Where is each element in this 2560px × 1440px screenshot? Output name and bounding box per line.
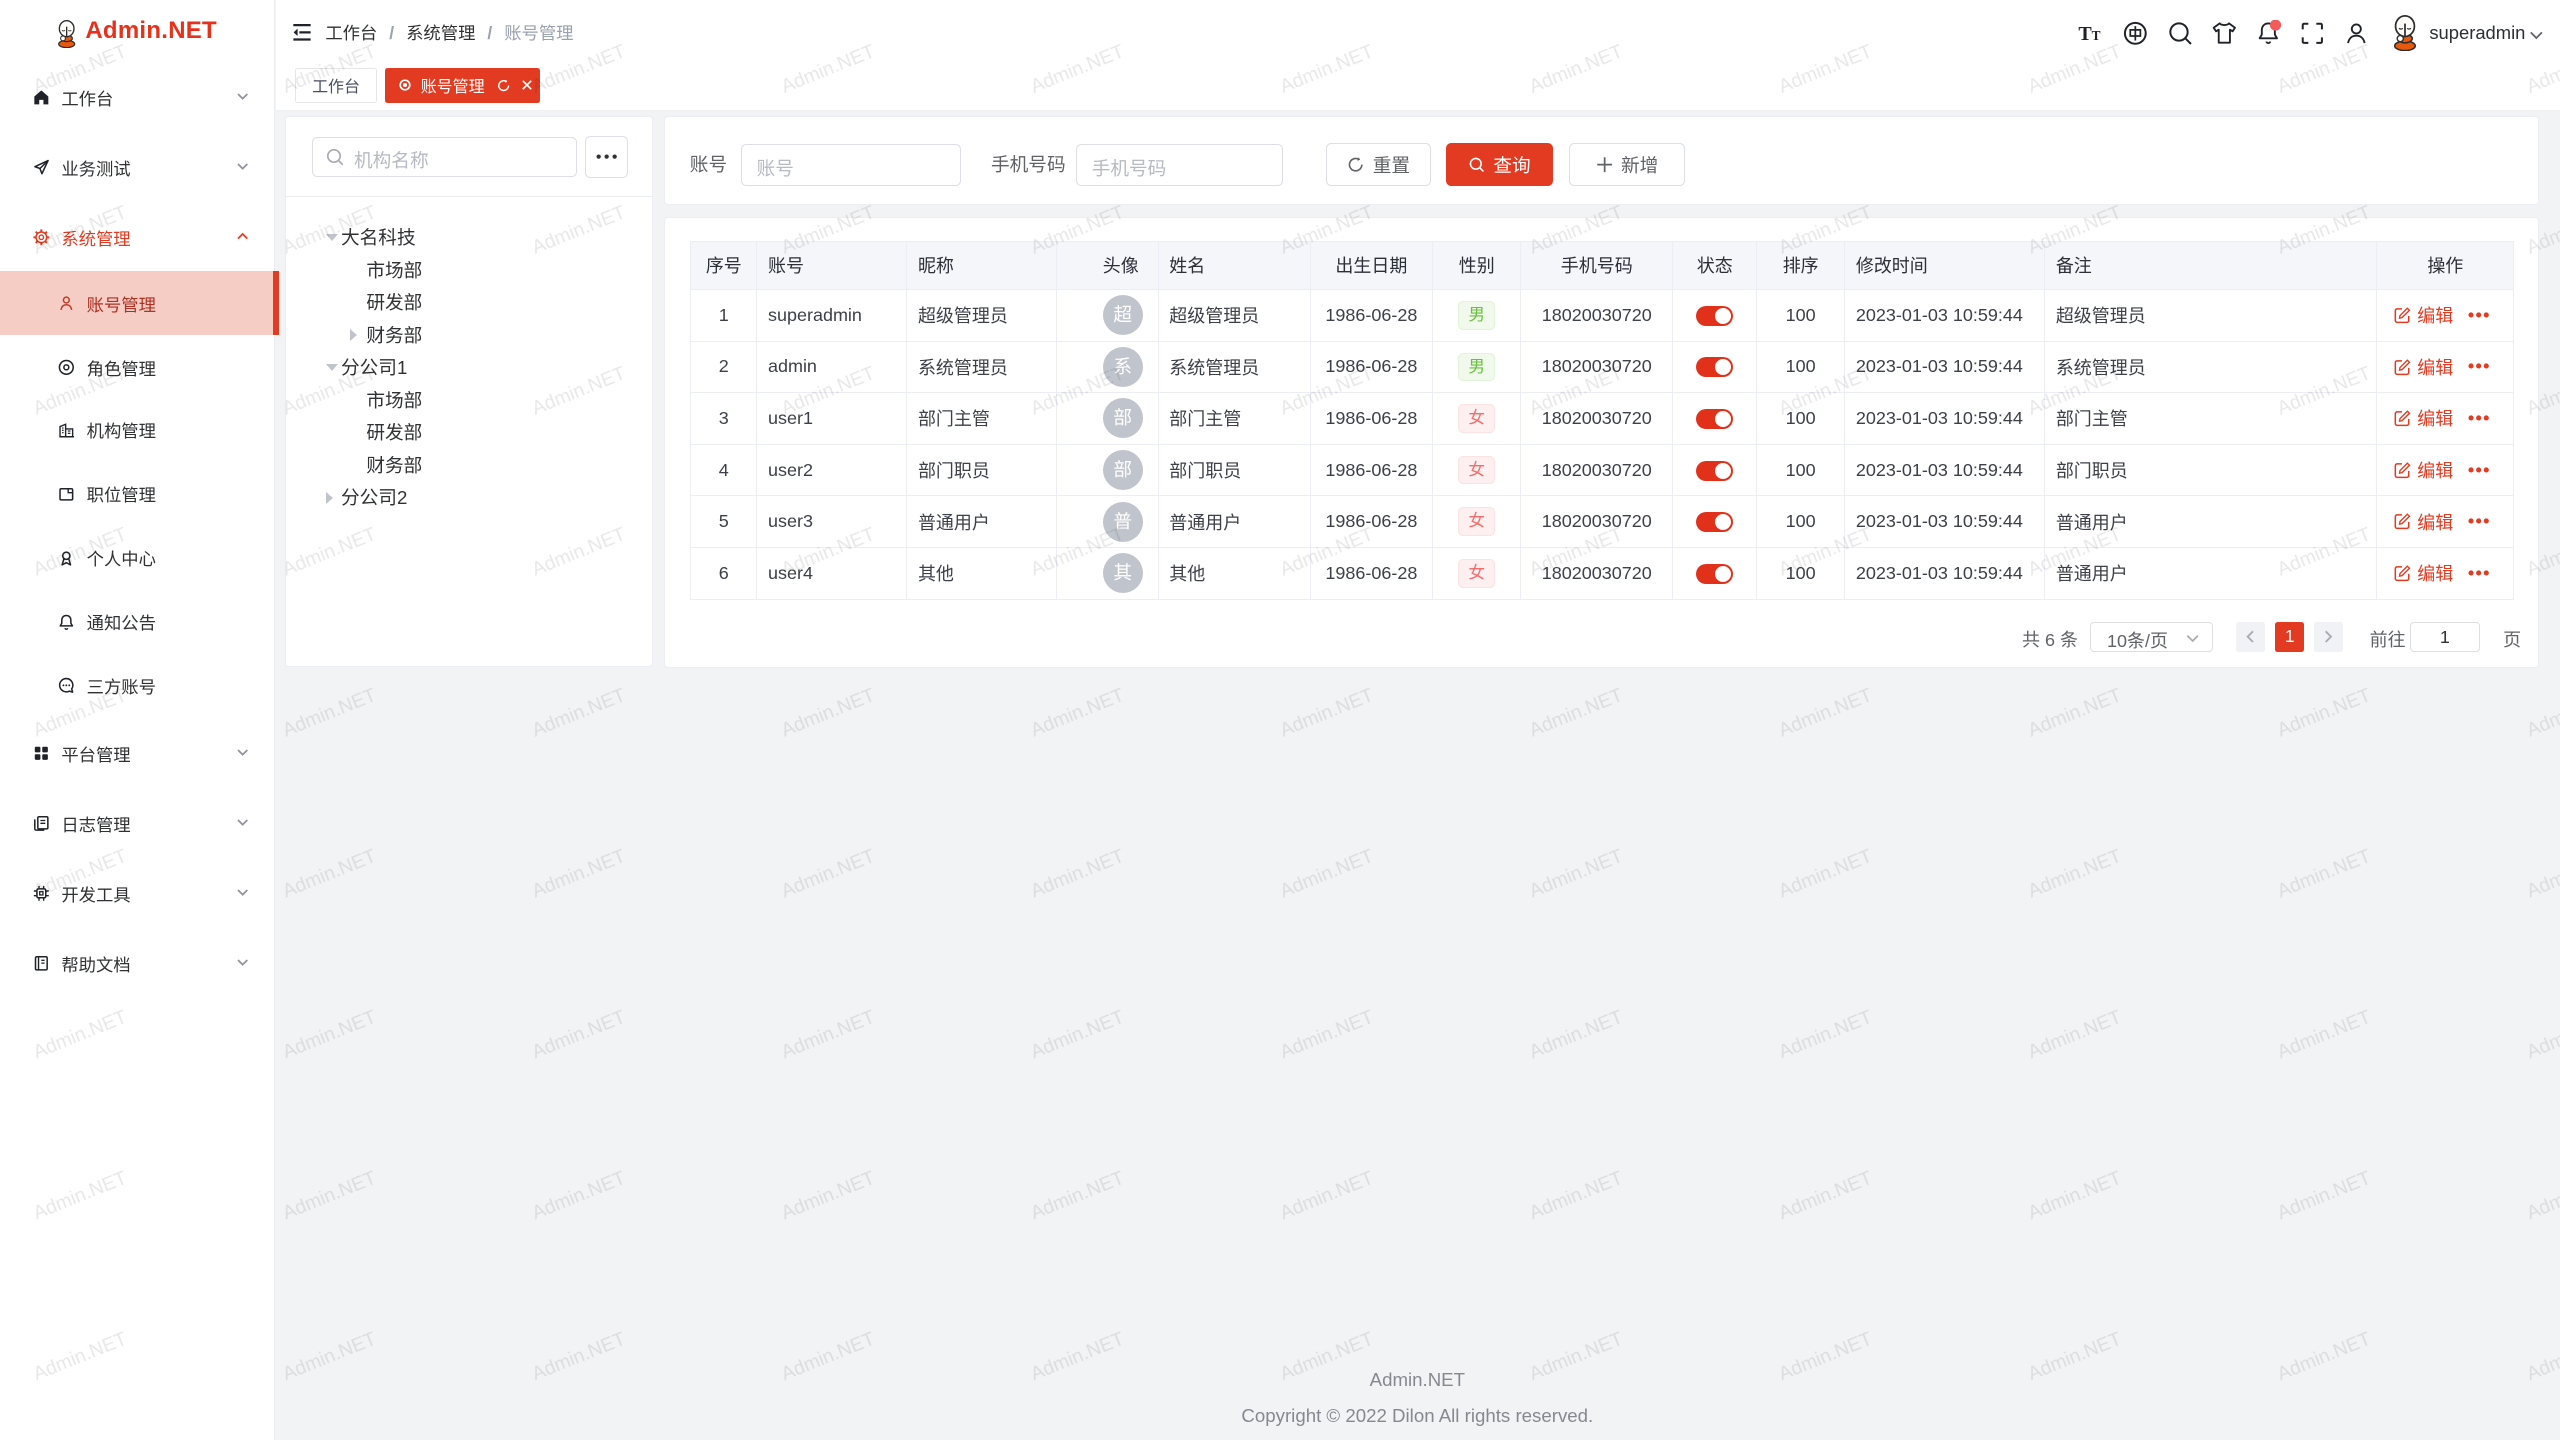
svg-text:T: T: [2079, 23, 2093, 45]
svg-text:T: T: [2092, 28, 2101, 43]
